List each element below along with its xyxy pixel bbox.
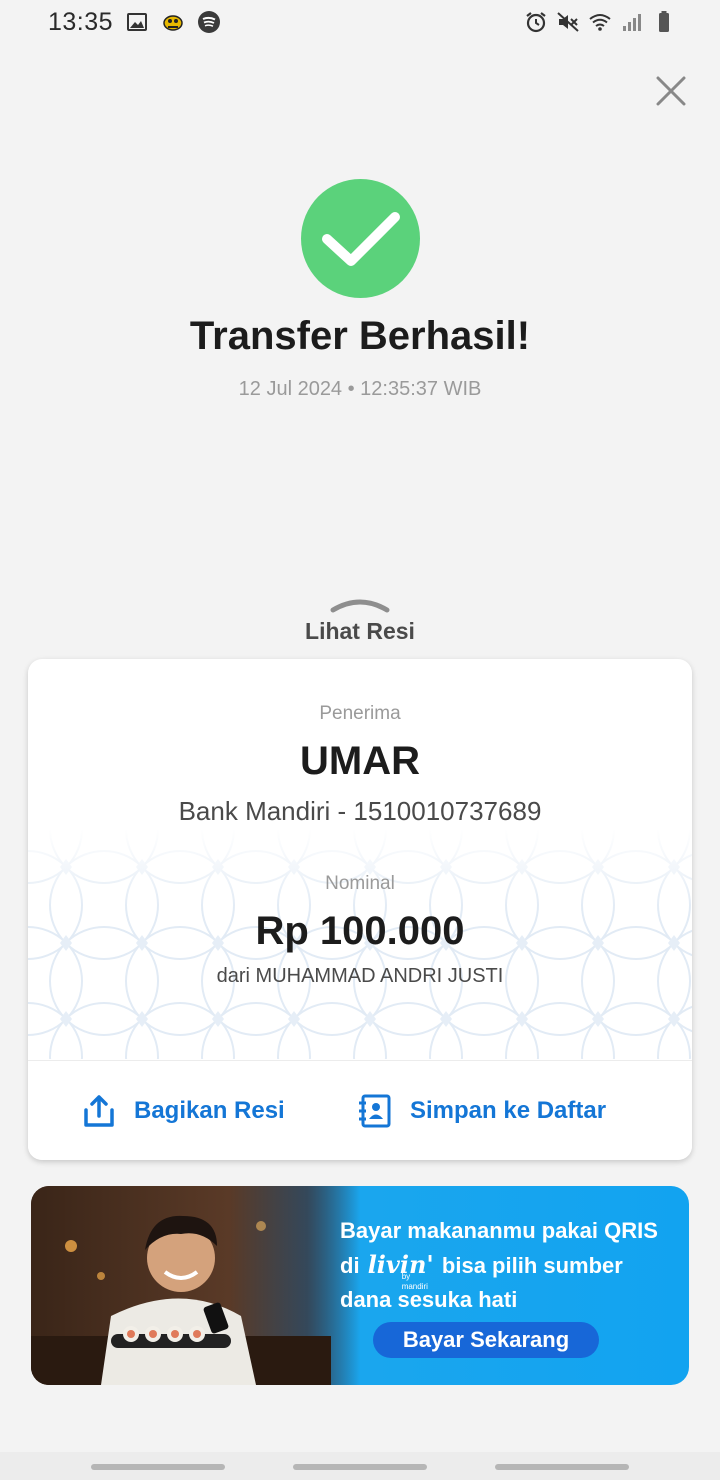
recipient-name: UMAR (300, 739, 420, 783)
transaction-datetime: 12 Jul 2024 • 12:35:37 WIB (238, 378, 482, 400)
amount-label: Nominal (325, 873, 395, 894)
save-to-list-button[interactable]: Simpan ke Daftar (356, 1061, 606, 1160)
mute-icon (556, 10, 580, 34)
success-check-icon (301, 179, 420, 298)
chevron-up-icon (330, 599, 390, 613)
share-receipt-button[interactable]: Bagikan Resi (80, 1061, 285, 1160)
app-notification-icon (161, 10, 185, 34)
alarm-icon (524, 10, 548, 34)
share-receipt-label: Bagikan Resi (134, 1097, 285, 1124)
promo-line-2-suffix: bisa pilih sumber (441, 1253, 623, 1278)
promo-banner-text: Bayar makananmu pakai QRIS di livin' by m… (340, 1214, 680, 1317)
system-nav-bar (0, 1452, 720, 1480)
sender-name: dari MUHAMMAD ANDRI JUSTI (216, 965, 504, 987)
save-to-list-label: Simpan ke Daftar (410, 1097, 607, 1124)
nav-home[interactable] (293, 1464, 427, 1470)
close-button[interactable] (652, 72, 690, 110)
status-time: 13:35 (48, 7, 114, 36)
promo-banner-image (31, 1186, 361, 1385)
promo-banner[interactable]: Bayar makananmu pakai QRIS di livin' by m… (31, 1186, 689, 1385)
wifi-icon (588, 10, 612, 34)
pay-now-button[interactable]: Bayar Sekarang (373, 1322, 599, 1358)
view-receipt-label: Lihat Resi (305, 618, 415, 644)
close-icon (656, 76, 686, 106)
recipient-bank-account: Bank Mandiri - 1510010737689 (178, 796, 542, 826)
view-receipt-toggle[interactable]: Lihat Resi (280, 596, 440, 650)
recipient-label: Penerima (319, 703, 401, 724)
status-right (524, 10, 676, 34)
receipt-card: Penerima UMAR Bank Mandiri - 15100107376… (28, 659, 692, 1160)
livin-logo-subtext: by mandiri (401, 1272, 428, 1291)
page-title: Transfer Berhasil! (189, 314, 531, 358)
livin-logo: livin' by mandiri (368, 1248, 434, 1291)
receipt-actions: Bagikan Resi Simpan ke Daftar (28, 1060, 692, 1160)
promo-line-3: dana sesuka hati (340, 1287, 518, 1312)
battery-icon (652, 10, 676, 34)
status-bar: 13:35 (0, 0, 720, 44)
contact-book-icon (356, 1092, 394, 1130)
share-icon (80, 1092, 118, 1130)
promo-line-1: Bayar makananmu pakai QRIS (340, 1218, 658, 1243)
nav-recent-apps[interactable] (91, 1464, 225, 1470)
image-icon (125, 10, 149, 34)
transfer-amount: Rp 100.000 (255, 909, 465, 953)
promo-line-2: di livin' by mandiri bisa pilih sumber (340, 1248, 680, 1291)
nav-back[interactable] (495, 1464, 629, 1470)
signal-icon (620, 10, 644, 34)
status-left: 13:35 (48, 8, 221, 37)
spotify-icon (197, 10, 221, 34)
promo-line-2-prefix: di (340, 1253, 360, 1278)
